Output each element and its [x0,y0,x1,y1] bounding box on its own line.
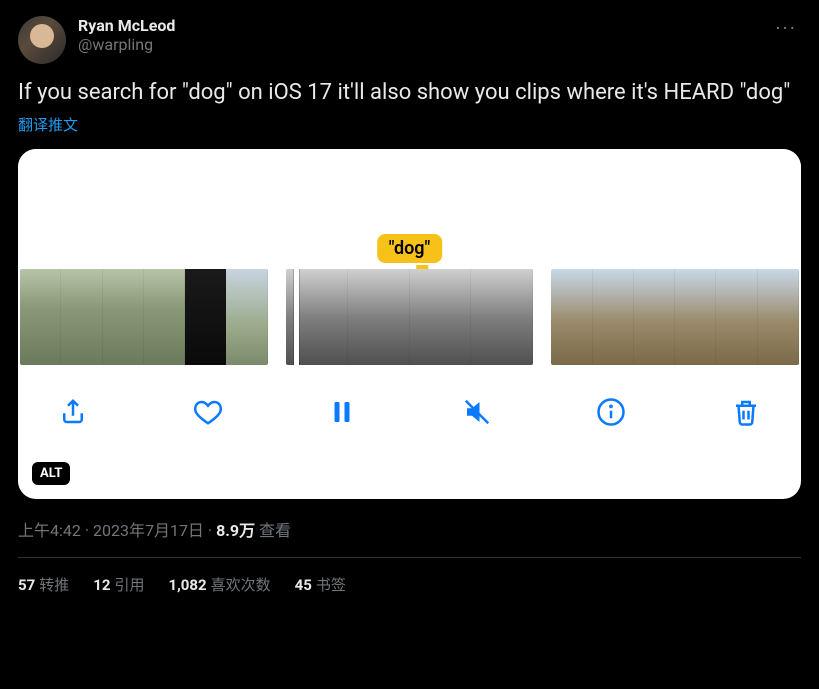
tweet: Ryan McLeod @warpling ··· If you search … [0,0,819,595]
clip-frame [551,269,592,365]
clip-frame [103,269,144,365]
info-icon[interactable] [594,395,628,429]
clip-frame [634,269,675,365]
mute-icon[interactable] [460,395,494,429]
playhead-icon[interactable] [294,269,299,365]
heart-icon[interactable] [191,395,225,429]
stat-bookmarks[interactable]: 45书签 [295,574,346,595]
clip-frame [758,269,799,365]
clip-frame [144,269,185,365]
views-label: 查看 [255,521,291,540]
tweet-stats: 57转推 12引用 1,082喜欢次数 45书签 [18,558,801,595]
clip-frame [226,269,267,365]
tweet-time[interactable]: 上午4:42 [18,521,81,540]
clip-frame [185,269,226,365]
clip-frame [348,269,410,365]
media-header: "dog" [18,149,801,269]
stat-likes[interactable]: 1,082喜欢次数 [168,574,270,595]
clip-frame [20,269,61,365]
avatar[interactable] [18,16,66,64]
search-term-tooltip: "dog" [377,234,443,263]
tweet-header: Ryan McLeod @warpling ··· [18,16,801,64]
pause-icon[interactable] [325,395,359,429]
stat-retweets[interactable]: 57转推 [18,574,69,595]
share-icon[interactable] [56,395,90,429]
author-block[interactable]: Ryan McLeod @warpling [78,16,771,54]
media-toolbar [18,365,801,429]
trash-icon[interactable] [729,395,763,429]
author-name: Ryan McLeod [78,16,771,35]
views-count: 8.9万 [216,521,255,540]
clip-frame [410,269,472,365]
translate-link[interactable]: 翻译推文 [18,114,801,135]
tweet-meta: 上午4:42 · 2023年7月17日 · 8.9万 查看 [18,517,801,541]
video-scrubber[interactable] [18,269,801,365]
clip-thumbnail-group[interactable] [551,269,799,365]
clip-thumbnail-group[interactable] [286,269,534,365]
author-handle: @warpling [78,35,771,54]
clip-frame [61,269,102,365]
tweet-date[interactable]: 2023年7月17日 [93,521,204,540]
alt-badge[interactable]: ALT [32,462,70,485]
media-card[interactable]: "dog" [18,149,801,499]
stat-quotes[interactable]: 12引用 [93,574,144,595]
clip-frame [675,269,716,365]
clip-frame [593,269,634,365]
clip-frame [471,269,533,365]
tweet-text: If you search for "dog" on iOS 17 it'll … [18,78,801,108]
more-icon[interactable]: ··· [771,16,801,40]
clip-thumbnail-group[interactable] [20,269,268,365]
clip-frame [716,269,757,365]
